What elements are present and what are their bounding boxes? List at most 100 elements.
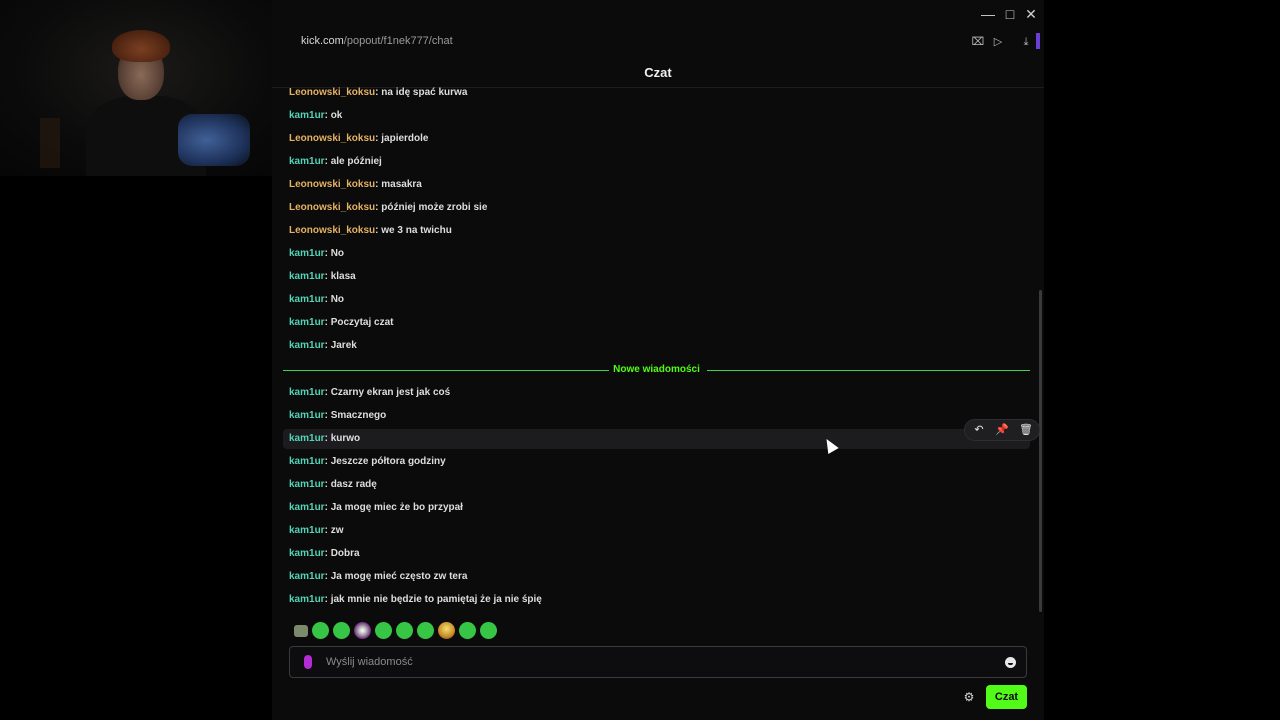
chat-message-text: jak mnie nie będzie to pamiętaj że ja ni… [330,594,542,605]
chat-message-text: Jeszcze półtora godziny [330,456,446,467]
emote-6[interactable] [396,622,413,639]
new-messages-divider: Nowe wiadomości [283,360,1030,380]
send-button[interactable]: Czat [986,685,1027,709]
chat-username[interactable]: kam1ur [289,571,325,582]
chat-username[interactable]: kam1ur [289,110,325,121]
title-bar: — □ ✕ [272,0,1044,28]
emote-2[interactable] [312,622,329,639]
chat-username[interactable]: Leonowski_koksu [289,202,375,213]
address-bar[interactable]: kick.com/popout/f1nek777/chat ⌧ ▷ ⤓ [272,28,1044,56]
chat-username[interactable]: kam1ur [289,502,325,513]
chat-message[interactable]: kam1ur: No [283,244,1030,264]
maximize-icon[interactable]: □ [1000,4,1020,24]
chat-message-text: Ja mogę mieć często zw tera [330,571,468,582]
delete-icon[interactable]: 🗑 [1017,422,1035,438]
chat-username[interactable]: kam1ur [289,410,325,421]
chat-message[interactable]: kam1ur: klasa [283,267,1030,287]
chat-message[interactable]: kam1ur: Ja mogę miec że bo przypał [283,498,1030,518]
emote-3[interactable] [333,622,350,639]
chat-message[interactable]: Leonowski_koksu: japierdole [283,129,1030,149]
emote-4[interactable] [354,622,371,639]
scrollbar-thumb[interactable] [1039,290,1042,612]
chat-message-text: japierdole [381,133,429,144]
emote-9[interactable] [459,622,476,639]
chat-message[interactable]: Leonowski_koksu: później może zrobi sie [283,198,1030,218]
chat-username[interactable]: kam1ur [289,456,325,467]
chat-message[interactable]: kam1ur: dasz radę [283,475,1030,495]
message-hover-toolbar: ↶ 📌 🗑 [964,419,1040,441]
chat-username[interactable]: kam1ur [289,294,325,305]
chat-message-text: ale później [330,156,382,167]
chat-username[interactable]: Leonowski_koksu [289,225,375,236]
chat-message-text: Dobra [330,548,360,559]
url-path: /popout/f1nek777/chat [343,35,453,47]
chat-message[interactable]: kam1ur: Jeszcze półtora godziny [283,452,1030,472]
minimize-icon[interactable]: — [978,4,998,24]
pin-icon[interactable]: 📌 [993,422,1011,438]
chat-message-text: kurwo [330,433,361,444]
chat-message[interactable]: kam1ur: No [283,290,1030,310]
emote-8[interactable] [438,622,455,639]
url-domain: kick.com [301,35,344,47]
chat-message-text: we 3 na twichu [381,225,452,236]
chat-message[interactable]: kam1ur: Smacznego [283,406,1030,426]
download-icon[interactable]: ⤓ [1018,34,1034,50]
chat-message-text: Jarek [330,340,357,351]
emote-10[interactable] [480,622,497,639]
chat-username[interactable]: Leonowski_koksu [289,133,375,144]
chat-message[interactable]: kam1ur: ok [283,106,1030,126]
chat-message-text: Ja mogę miec że bo przypał [330,502,463,513]
chat-message[interactable]: kam1ur: ale później [283,152,1030,172]
chat-username[interactable]: kam1ur [289,525,325,536]
chat-message-text: na idę spać kurwa [381,87,468,98]
chat-message[interactable]: kam1ur: Poczytaj czat [283,313,1030,333]
chat-username[interactable]: kam1ur [289,594,325,605]
close-icon[interactable]: ✕ [1021,4,1041,24]
chat-message[interactable]: kam1ur: kurwo [283,429,1030,449]
chat-username[interactable]: kam1ur [289,317,325,328]
chat-scrollbar[interactable] [1038,90,1043,614]
page-title: Czat [644,65,672,80]
chat-username[interactable]: kam1ur [289,387,325,398]
url-text[interactable]: kick.com/popout/f1nek777/chat [301,35,453,47]
play-icon[interactable]: ▷ [990,34,1006,50]
chat-message[interactable]: kam1ur: jak mnie nie będzie to pamiętaj … [283,590,1030,610]
chat-message[interactable]: Leonowski_koksu: we 3 na twichu [283,221,1030,241]
chat-username[interactable]: Leonowski_koksu [289,179,375,190]
chat-message-text: dasz radę [330,479,377,490]
chat-username[interactable]: kam1ur [289,433,325,444]
chat-message[interactable]: kam1ur: zw [283,521,1030,541]
extension-accent-bar [1036,33,1040,49]
chat-message-text: Czarny ekran jest jak coś [330,387,451,398]
chat-message[interactable]: Leonowski_koksu: na idę spać kurwa [283,83,1030,103]
emoji-picker-icon[interactable] [1005,657,1016,668]
chat-message[interactable]: Leonowski_koksu: masakra [283,175,1030,195]
divider-label-wrap: Nowe wiadomości [283,364,1030,375]
chat-message[interactable]: kam1ur: Ja mogę mieć często zw tera [283,567,1030,587]
chat-message-text: Poczytaj czat [330,317,394,328]
emote-5[interactable] [375,622,392,639]
chat-message[interactable]: kam1ur: Dobra [283,544,1030,564]
emote-7[interactable] [417,622,434,639]
chat-username[interactable]: kam1ur [289,548,325,559]
microphone-icon[interactable] [304,655,312,669]
chat-message-input[interactable] [326,647,986,677]
chat-username[interactable]: kam1ur [289,156,325,167]
chat-message-text: później może zrobi sie [381,202,488,213]
webcam-overlay [0,0,298,176]
shield-close-icon[interactable]: ⌧ [970,34,986,50]
chat-message-text: No [330,248,345,259]
chat-username[interactable]: kam1ur [289,340,325,351]
emote-1[interactable] [294,625,308,637]
chat-message[interactable]: kam1ur: Czarny ekran jest jak coś [283,383,1030,403]
chat-username[interactable]: kam1ur [289,479,325,490]
chat-username[interactable]: Leonowski_koksu [289,87,375,98]
reply-icon[interactable]: ↶ [970,422,988,438]
gear-icon[interactable]: ⚙ [961,689,977,705]
chat-username[interactable]: kam1ur [289,271,325,282]
chat-message-text: klasa [330,271,356,282]
chat-username[interactable]: kam1ur [289,248,325,259]
chat-input-box [289,646,1027,678]
chat-message[interactable]: kam1ur: Jarek [283,336,1030,356]
chat-message-text: ok [330,110,343,121]
